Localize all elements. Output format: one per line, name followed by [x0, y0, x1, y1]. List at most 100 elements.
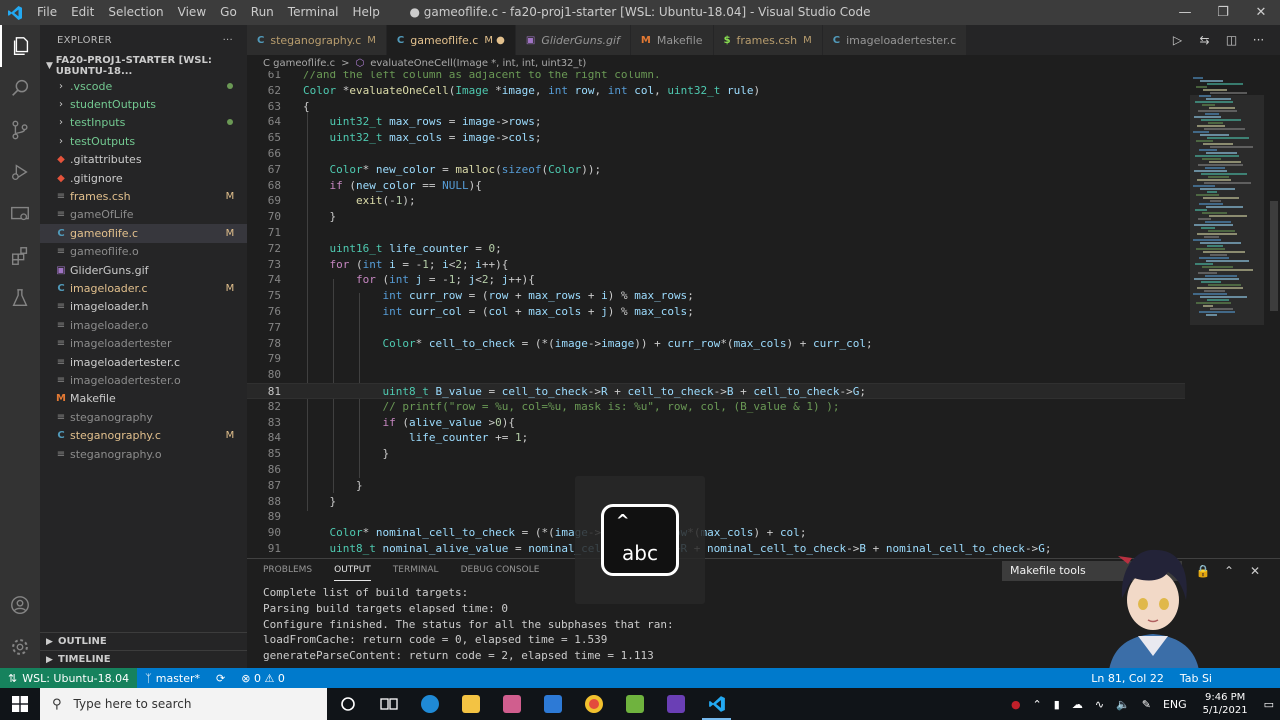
sync-icon[interactable]: ⟳ [208, 672, 233, 685]
tree-file[interactable]: ≡ imageloader.h [40, 298, 247, 316]
windows-start-icon[interactable] [0, 688, 40, 720]
run-icon[interactable]: ▷ [1164, 33, 1191, 47]
menu-item-view[interactable]: View [171, 0, 213, 25]
tree-file[interactable]: Csteganography.c M [40, 426, 247, 444]
workspace-folder[interactable]: ▼ FA20-PROJ1-STARTER [WSL: UBUNTU-18... [40, 55, 247, 77]
task-view-icon[interactable] [368, 688, 409, 720]
close-panel-icon[interactable]: ✕ [1242, 564, 1268, 578]
minimize-button[interactable]: — [1166, 0, 1204, 25]
pen-icon[interactable]: ✎ [1136, 698, 1157, 711]
breadcrumb-file[interactable]: C gameoflife.c [263, 58, 335, 69]
panel-tab-problems[interactable]: PROBLEMS [263, 559, 312, 581]
tree-file[interactable]: ◆ .gitattributes [40, 151, 247, 169]
panel-tab-output[interactable]: OUTPUT [334, 559, 371, 581]
outline-section[interactable]: ▶ OUTLINE [40, 632, 247, 650]
extensions-icon[interactable] [0, 235, 40, 277]
more-actions-icon[interactable]: ··· [223, 35, 233, 46]
tree-folder[interactable]: › studentOutputs [40, 95, 247, 113]
tree-file[interactable]: ≡ frames.csh M [40, 187, 247, 205]
tab-frames-csh[interactable]: $ frames.csh M [713, 25, 823, 55]
record-icon[interactable]: ● [1005, 698, 1027, 711]
problems-count[interactable]: ⊗ 0 ⚠ 0 [233, 672, 293, 685]
cloud-icon[interactable]: ☁ [1066, 698, 1089, 711]
tree-folder[interactable]: › testOutputs [40, 132, 247, 150]
tab-gameoflife-c[interactable]: Cgameoflife.c M ● [386, 25, 516, 55]
tree-file[interactable]: ≡ steganography.o [40, 445, 247, 463]
vscode-taskbar-icon[interactable] [696, 688, 737, 720]
run-debug-icon[interactable] [0, 151, 40, 193]
battery-icon[interactable]: ▮ [1048, 698, 1066, 711]
search-icon[interactable] [0, 67, 40, 109]
edge-icon[interactable] [409, 688, 450, 720]
menu-item-run[interactable]: Run [244, 0, 281, 25]
cortana-icon[interactable] [327, 688, 368, 720]
tree-file[interactable]: ≡ imageloadertester [40, 334, 247, 352]
tab-steganography-c[interactable]: Csteganography.c M [247, 25, 387, 55]
tree-file[interactable]: ≡ imageloader.o [40, 316, 247, 334]
wifi-icon[interactable]: ∿ [1089, 698, 1110, 711]
clock[interactable]: 9:46 PM 5/1/2021 [1193, 691, 1258, 717]
remote-explorer-icon[interactable] [0, 193, 40, 235]
minimap-line [1193, 239, 1221, 241]
vertical-scrollbar[interactable] [1268, 71, 1280, 558]
code-editor[interactable]: 61 //and the left column as adjacent to t… [247, 71, 1185, 558]
remote-indicator[interactable]: ⇅ WSL: Ubuntu-18.04 [0, 668, 138, 688]
tree-folder[interactable]: › testInputs [40, 114, 247, 132]
more-icon[interactable]: ··· [1245, 33, 1272, 47]
maximize-panel-icon[interactable]: ⌃ [1216, 564, 1242, 578]
testing-icon[interactable] [0, 277, 40, 319]
tree-file[interactable]: ◆ .gitignore [40, 169, 247, 187]
tree-file[interactable]: ≡ gameOfLife [40, 206, 247, 224]
manage-gear-icon[interactable] [0, 626, 40, 668]
keyboard-overlay: ^ abc [575, 476, 705, 604]
notifications-icon[interactable]: ▭ [1258, 698, 1280, 711]
tree-file[interactable]: M Makefile [40, 390, 247, 408]
close-button[interactable]: ✕ [1242, 0, 1280, 25]
panel-tab-terminal[interactable]: TERMINAL [393, 559, 439, 581]
taskbar-search[interactable]: ⚲ Type here to search [40, 688, 327, 720]
volume-icon[interactable]: 🔈 [1110, 698, 1136, 711]
tree-file[interactable]: ≡ imageloadertester.o [40, 371, 247, 389]
explorer-icon[interactable] [0, 25, 40, 67]
tab-makefile[interactable]: M Makefile [630, 25, 714, 55]
outline-label: OUTLINE [58, 636, 107, 647]
cursor-position[interactable]: Ln 81, Col 22 [1083, 672, 1172, 685]
chrome-icon[interactable] [573, 688, 614, 720]
tab-label: frames.csh [736, 33, 798, 47]
tree-file[interactable]: Cimageloader.c M [40, 279, 247, 297]
menu-item-terminal[interactable]: Terminal [281, 0, 346, 25]
panel-tab-debug-console[interactable]: DEBUG CONSOLE [461, 559, 540, 581]
menu-item-go[interactable]: Go [213, 0, 244, 25]
tab-gliderguns-gif[interactable]: ▣ GliderGuns.gif [515, 25, 631, 55]
minimap[interactable] [1187, 71, 1267, 558]
scrollbar-thumb[interactable] [1270, 201, 1278, 311]
menu-item-help[interactable]: Help [346, 0, 387, 25]
tree-file[interactable]: ≡ steganography [40, 408, 247, 426]
tree-folder[interactable]: › .vscode [40, 77, 247, 95]
breadcrumb-symbol[interactable]: evaluateOneCell(Image *, int, int, uint3… [370, 58, 586, 69]
tree-file[interactable]: ≡ gameoflife.o [40, 243, 247, 261]
menu-item-selection[interactable]: Selection [101, 0, 170, 25]
language-indicator[interactable]: ENG [1157, 698, 1193, 711]
tree-file[interactable]: ▣ GliderGuns.gif [40, 261, 247, 279]
timeline-section[interactable]: ▶ TIMELINE [40, 650, 247, 668]
tab-imageloadertester-c[interactable]: Cimageloadertester.c [822, 25, 968, 55]
tree-file[interactable]: ≡ imageloadertester.c [40, 353, 247, 371]
accounts-icon[interactable] [0, 584, 40, 626]
chevron-up-icon[interactable]: ⌃ [1027, 698, 1048, 711]
file-explorer-icon[interactable] [450, 688, 491, 720]
compare-icon[interactable]: ⇆ [1191, 33, 1218, 47]
media-app-icon[interactable] [655, 688, 696, 720]
menu-item-file[interactable]: File [30, 0, 64, 25]
minimap-line [1197, 125, 1225, 127]
menu-item-edit[interactable]: Edit [64, 0, 101, 25]
tree-file[interactable]: Cgameoflife.c M [40, 224, 247, 243]
git-branch[interactable]: ᛉ master* [137, 672, 208, 685]
maximize-button[interactable]: ❐ [1204, 0, 1242, 25]
app-icon[interactable] [491, 688, 532, 720]
spreadsheet-icon[interactable] [614, 688, 655, 720]
source-control-icon[interactable] [0, 109, 40, 151]
mail-icon[interactable] [532, 688, 573, 720]
tab-size[interactable]: Tab Si [1172, 672, 1220, 685]
split-editor-icon[interactable]: ◫ [1218, 33, 1245, 47]
